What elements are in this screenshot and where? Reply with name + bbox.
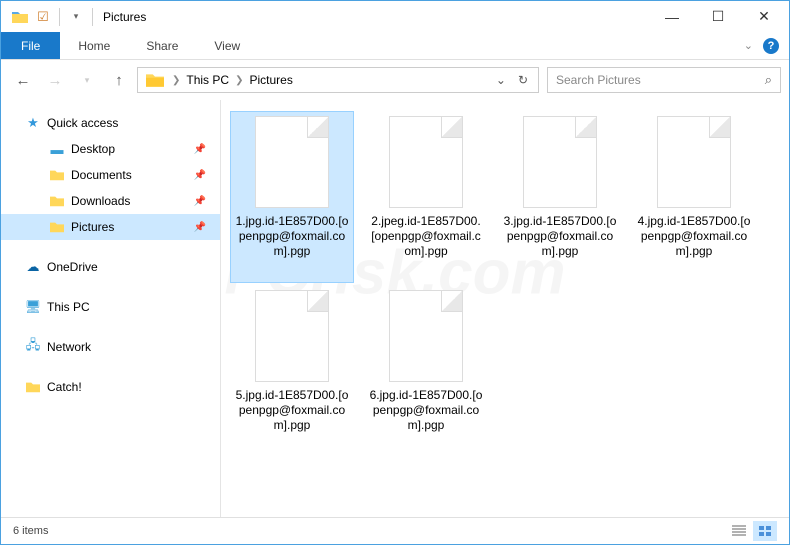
close-button[interactable]: ✕ <box>741 2 787 32</box>
downloads-icon <box>49 193 65 209</box>
pin-icon: 📌 <box>194 196 206 207</box>
status-count: 6 items <box>13 525 48 537</box>
pin-icon: 📌 <box>194 222 206 233</box>
ribbon: File Home Share View ⌄ ? <box>1 32 789 60</box>
file-thumb-icon <box>255 290 329 382</box>
sidebar-catch[interactable]: Catch! <box>1 374 220 400</box>
titlebar: ☑ ▾ Pictures — ☐ ✕ <box>1 1 789 32</box>
sidebar-item-label: Downloads <box>71 194 130 208</box>
statusbar: 6 items <box>1 517 789 543</box>
ribbon-file-tab[interactable]: File <box>1 32 60 59</box>
sidebar-item-documents[interactable]: Documents 📌 <box>1 162 220 188</box>
breadcrumb-sep: ❯ <box>172 75 180 86</box>
sidebar-label: Catch! <box>47 380 82 394</box>
sidebar-quick-access[interactable]: ★ Quick access <box>1 110 220 136</box>
ribbon-tab-view[interactable]: View <box>196 32 258 59</box>
pin-icon: 📌 <box>194 170 206 181</box>
breadcrumb-dropdown-icon[interactable]: ⌄ <box>490 73 512 87</box>
file-name: 6.jpg.id-1E857D00.[openpgp@foxmail.com].… <box>369 388 483 433</box>
sidebar-network[interactable]: 🖧 Network <box>1 334 220 360</box>
breadcrumb-thispc[interactable]: This PC <box>184 73 231 87</box>
sidebar-item-label: Pictures <box>71 220 114 234</box>
search-input[interactable]: Search Pictures ⌕ <box>547 67 781 93</box>
file-item[interactable]: 1.jpg.id-1E857D00.[openpgp@foxmail.com].… <box>231 112 353 282</box>
file-thumb-icon <box>389 116 463 208</box>
file-item[interactable]: 6.jpg.id-1E857D00.[openpgp@foxmail.com].… <box>365 286 487 456</box>
file-name: 1.jpg.id-1E857D00.[openpgp@foxmail.com].… <box>235 214 349 259</box>
sidebar-item-desktop[interactable]: ▬ Desktop 📌 <box>1 136 220 162</box>
recent-dropdown[interactable]: ▾ <box>73 66 101 94</box>
star-icon: ★ <box>25 115 41 131</box>
ribbon-tab-home[interactable]: Home <box>60 32 128 59</box>
sidebar: ★ Quick access ▬ Desktop 📌 Documents 📌 D… <box>1 100 221 517</box>
sidebar-label: OneDrive <box>47 260 98 274</box>
pictures-icon <box>49 219 65 235</box>
file-thumb-icon <box>389 290 463 382</box>
file-thumb-icon <box>255 116 329 208</box>
qat-dropdown-icon[interactable]: ▾ <box>65 6 87 28</box>
minimize-button[interactable]: — <box>649 2 695 32</box>
navbar: ← → ▾ ↑ ❯ This PC ❯ Pictures ⌄ ↻ Search … <box>1 60 789 100</box>
file-name: 5.jpg.id-1E857D00.[openpgp@foxmail.com].… <box>235 388 349 433</box>
sidebar-onedrive[interactable]: ☁ OneDrive <box>1 254 220 280</box>
help-button[interactable]: ? <box>763 38 779 54</box>
file-item[interactable]: 4.jpg.id-1E857D00.[openpgp@foxmail.com].… <box>633 112 755 282</box>
sidebar-label: Network <box>47 340 91 354</box>
sidebar-item-label: Documents <box>71 168 132 182</box>
thispc-icon: 🖥 <box>25 299 41 315</box>
file-area[interactable]: 1.jpg.id-1E857D00.[openpgp@foxmail.com].… <box>221 100 789 517</box>
content: ★ Quick access ▬ Desktop 📌 Documents 📌 D… <box>1 100 789 517</box>
ribbon-expand-icon[interactable]: ⌄ <box>744 39 753 52</box>
desktop-icon: ▬ <box>49 141 65 157</box>
file-item[interactable]: 3.jpg.id-1E857D00.[openpgp@foxmail.com].… <box>499 112 621 282</box>
sidebar-label: This PC <box>47 300 90 314</box>
sidebar-item-pictures[interactable]: Pictures 📌 <box>1 214 220 240</box>
view-icons-button[interactable] <box>753 521 777 541</box>
file-thumb-icon <box>657 116 731 208</box>
network-icon: 🖧 <box>25 339 41 355</box>
qat-properties-icon[interactable]: ☑ <box>32 6 54 28</box>
sidebar-thispc[interactable]: 🖥 This PC <box>1 294 220 320</box>
pin-icon: 📌 <box>194 144 206 155</box>
view-details-button[interactable] <box>727 521 751 541</box>
maximize-button[interactable]: ☐ <box>695 2 741 32</box>
breadcrumb-pictures[interactable]: Pictures <box>247 73 294 87</box>
breadcrumb[interactable]: ❯ This PC ❯ Pictures ⌄ ↻ <box>137 67 539 93</box>
window-title: Pictures <box>97 10 146 24</box>
file-thumb-icon <box>523 116 597 208</box>
forward-button[interactable]: → <box>41 66 69 94</box>
catch-icon <box>25 379 41 395</box>
refresh-button[interactable]: ↻ <box>512 73 534 87</box>
title-separator <box>92 8 93 26</box>
documents-icon <box>49 167 65 183</box>
file-name: 3.jpg.id-1E857D00.[openpgp@foxmail.com].… <box>503 214 617 259</box>
back-button[interactable]: ← <box>9 66 37 94</box>
up-button[interactable]: ↑ <box>105 66 133 94</box>
sidebar-item-downloads[interactable]: Downloads 📌 <box>1 188 220 214</box>
file-item[interactable]: 5.jpg.id-1E857D00.[openpgp@foxmail.com].… <box>231 286 353 456</box>
onedrive-icon: ☁ <box>25 259 41 275</box>
qat-separator <box>59 8 60 26</box>
breadcrumb-folder-icon <box>146 71 164 89</box>
qat: ☑ ▾ <box>3 6 97 28</box>
search-placeholder: Search Pictures <box>556 73 641 87</box>
sidebar-item-label: Desktop <box>71 142 115 156</box>
explorer-icon[interactable] <box>9 6 31 28</box>
breadcrumb-sep: ❯ <box>235 75 243 86</box>
ribbon-tab-share[interactable]: Share <box>128 32 196 59</box>
file-name: 2.jpeg.id-1E857D00.[openpgp@foxmail.com]… <box>369 214 483 259</box>
file-name: 4.jpg.id-1E857D00.[openpgp@foxmail.com].… <box>637 214 751 259</box>
file-item[interactable]: 2.jpeg.id-1E857D00.[openpgp@foxmail.com]… <box>365 112 487 282</box>
search-icon: ⌕ <box>765 72 772 88</box>
sidebar-label: Quick access <box>47 116 118 130</box>
